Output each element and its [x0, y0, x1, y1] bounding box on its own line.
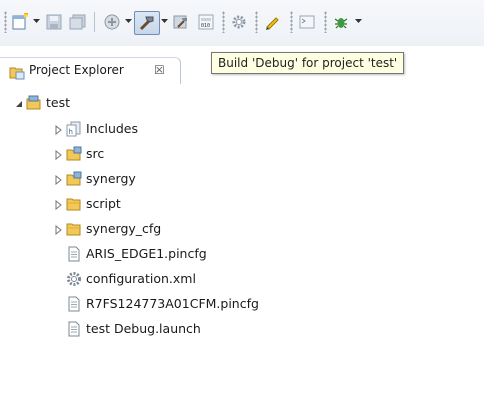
tree-node-synergy-cfg[interactable]: synergy_cfg [0, 218, 484, 240]
tree-node-label: configuration.xml [86, 271, 196, 286]
close-icon[interactable]: ☒ [154, 63, 165, 77]
toolbar-separator [94, 12, 95, 32]
tab-project-explorer[interactable]: Project Explorer ☒ [0, 57, 181, 84]
tree-node-script[interactable]: script [0, 193, 484, 215]
tree-node-label: src [86, 146, 105, 161]
debug-config-dropdown-chevron-icon[interactable] [124, 16, 132, 26]
tree-node-aris-edge1-pincfg[interactable]: ARIS_EDGE1.pincfg [0, 243, 484, 265]
collapsed-chevron-icon[interactable] [54, 124, 64, 136]
binary-icon[interactable]: 010 [196, 11, 216, 33]
toolbar-grip[interactable] [222, 11, 225, 33]
project-explorer-icon [9, 64, 25, 80]
project-folder-icon [26, 95, 42, 111]
toolbar-grip[interactable] [4, 11, 7, 33]
tree-node-src[interactable]: src [0, 143, 484, 165]
tree-node-label: test [46, 95, 71, 110]
save-all-icon[interactable] [68, 11, 88, 33]
main-toolbar: 010 [0, 0, 484, 46]
debug-config-icon[interactable] [101, 11, 123, 33]
build-all-icon[interactable] [170, 11, 192, 33]
tree-node-label: synergy [86, 171, 136, 186]
collapsed-chevron-icon[interactable] [54, 174, 64, 186]
folder-icon [66, 221, 82, 237]
tree-node-configuration-xml[interactable]: configuration.xml [0, 268, 484, 290]
svg-text:010: 010 [201, 23, 210, 29]
file-icon [66, 321, 82, 337]
collapsed-chevron-icon[interactable] [54, 199, 64, 211]
project-tree: test h Includes src synergy script syner… [0, 88, 484, 397]
tab-label: Project Explorer [29, 63, 124, 77]
svg-text:h: h [69, 128, 73, 136]
tree-node-label: R7FS124773A01CFM.pincfg [86, 296, 259, 311]
config-gear-icon [66, 271, 82, 287]
tree-node-label: script [86, 196, 121, 211]
new-dropdown-chevron-icon[interactable] [32, 16, 40, 26]
bug-icon[interactable] [331, 11, 351, 33]
save-icon[interactable] [44, 11, 64, 33]
settings-gear-icon[interactable] [229, 11, 249, 33]
terminal-icon[interactable] [297, 11, 317, 33]
collapsed-chevron-icon[interactable] [54, 224, 64, 236]
tree-node-r7fs-pincfg[interactable]: R7FS124773A01CFM.pincfg [0, 293, 484, 315]
tree-node-test-debug-launch[interactable]: test Debug.launch [0, 318, 484, 340]
tree-node-label: ARIS_EDGE1.pincfg [86, 246, 207, 261]
expanded-chevron-icon[interactable] [14, 98, 24, 108]
toolbar-grip[interactable] [290, 11, 293, 33]
build-hammer-icon[interactable] [134, 11, 160, 35]
source-folder-icon [66, 146, 82, 162]
build-dropdown-chevron-icon[interactable] [160, 16, 168, 26]
bug-dropdown-chevron-icon[interactable] [354, 16, 362, 26]
toolbar-grip[interactable] [324, 11, 327, 33]
includes-icon: h [66, 121, 82, 137]
file-icon [66, 246, 82, 262]
tree-node-label: Includes [86, 121, 139, 136]
build-tooltip: Build 'Debug' for project 'test' [211, 52, 405, 74]
new-icon[interactable] [10, 11, 30, 33]
file-icon [66, 296, 82, 312]
tree-node-synergy[interactable]: synergy [0, 168, 484, 190]
collapsed-chevron-icon[interactable] [54, 149, 64, 161]
pencil-icon[interactable] [262, 11, 282, 33]
tree-node-test[interactable]: test [0, 92, 484, 114]
folder-icon [66, 196, 82, 212]
tree-node-label: synergy_cfg [86, 221, 162, 236]
source-folder-icon [66, 171, 82, 187]
tree-node-label: test Debug.launch [86, 321, 201, 336]
toolbar-grip[interactable] [255, 11, 258, 33]
tree-node-includes[interactable]: h Includes [0, 118, 484, 140]
